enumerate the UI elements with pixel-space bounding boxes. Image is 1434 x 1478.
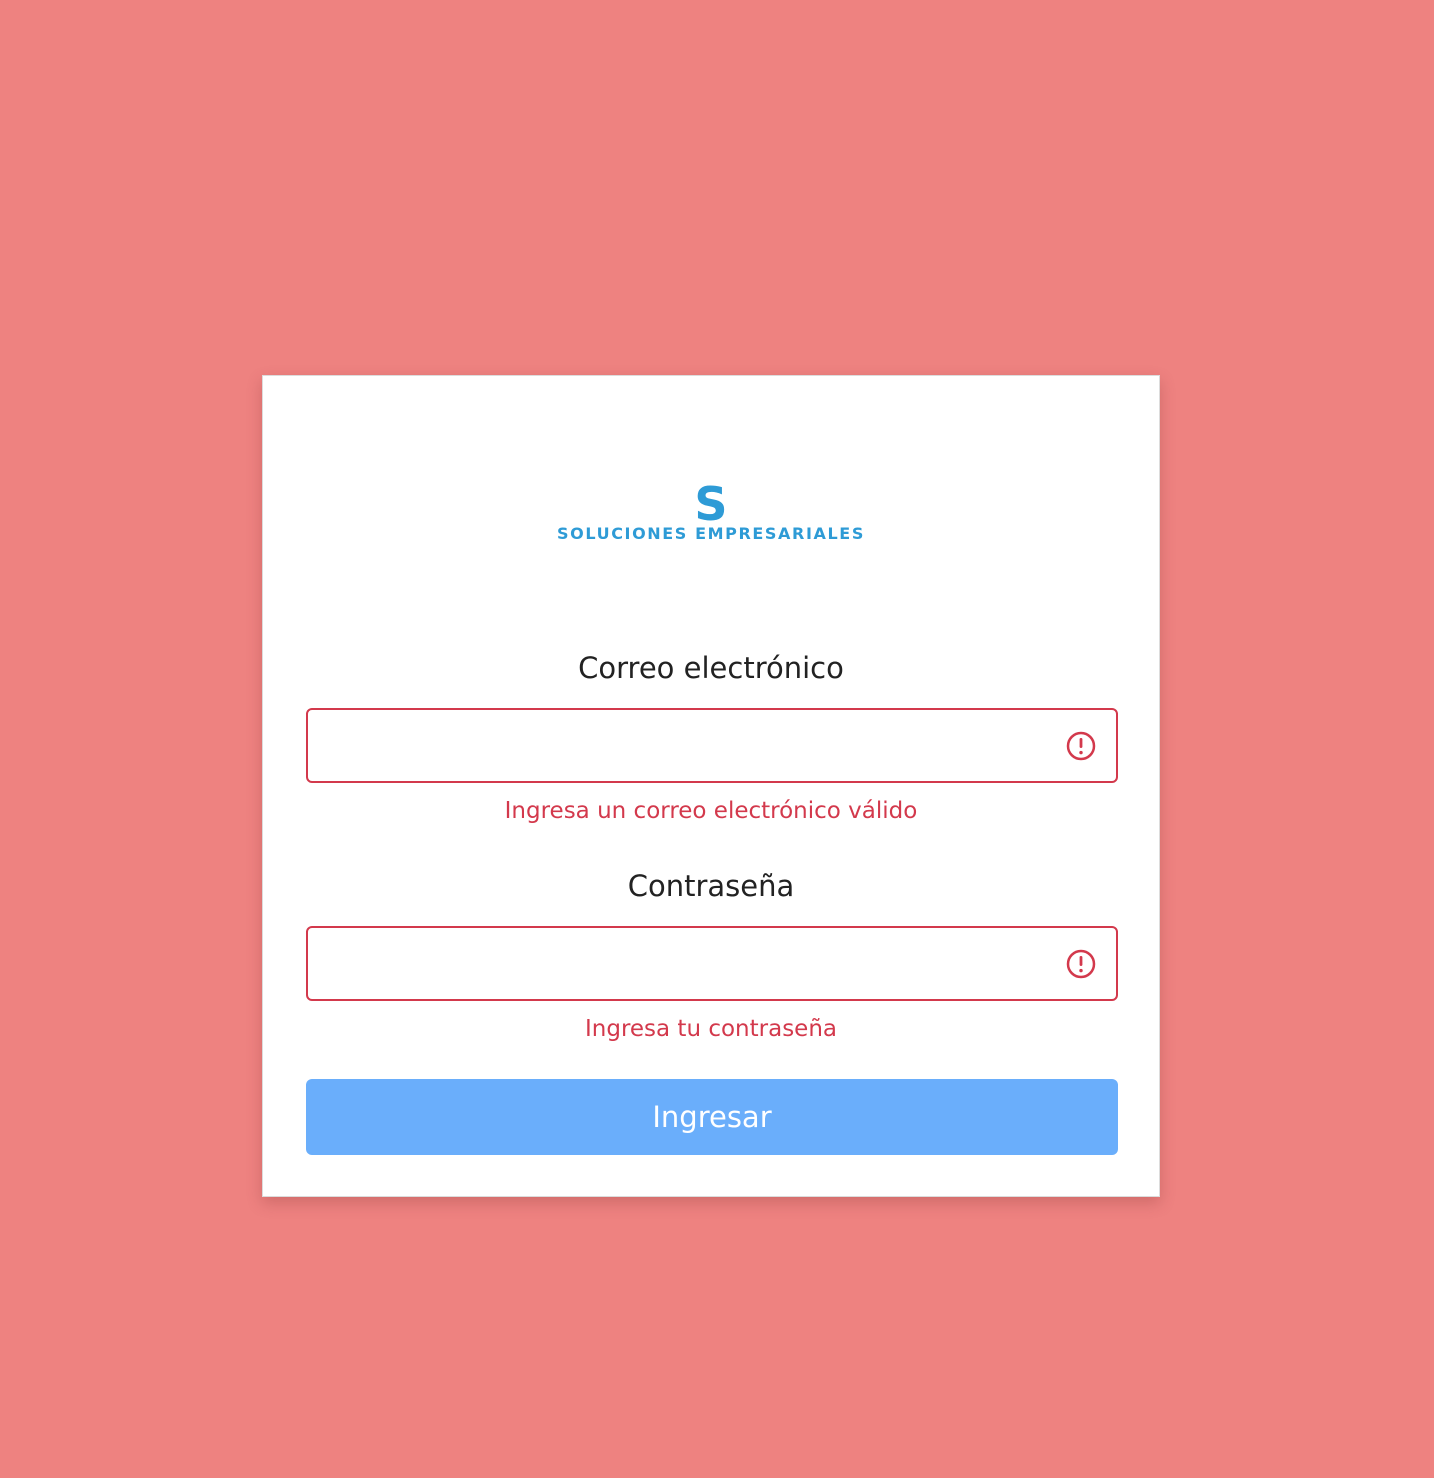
password-error: Ingresa tu contraseña [584, 1016, 838, 1042]
email-label: Correo electrónico [578, 651, 844, 685]
login-submit-button[interactable]: Ingresar [306, 1079, 1118, 1155]
company-logo: S SOLUCIONES EMPRESARIALES [263, 477, 1159, 544]
login-card: S SOLUCIONES EMPRESARIALES Correo electr… [262, 375, 1160, 1197]
email-field-wrapper [306, 708, 1118, 783]
logo-mark: S [694, 477, 728, 531]
password-label: Contraseña [627, 869, 795, 903]
logo-text: SOLUCIONES EMPRESARIALES [557, 524, 865, 543]
email-field[interactable] [308, 710, 1048, 781]
email-error: Ingresa un correo electrónico válido [504, 798, 918, 824]
password-field[interactable] [308, 928, 1048, 999]
password-field-wrapper [306, 926, 1118, 1001]
exclamation-circle-icon [1066, 731, 1096, 761]
exclamation-circle-icon [1066, 949, 1096, 979]
